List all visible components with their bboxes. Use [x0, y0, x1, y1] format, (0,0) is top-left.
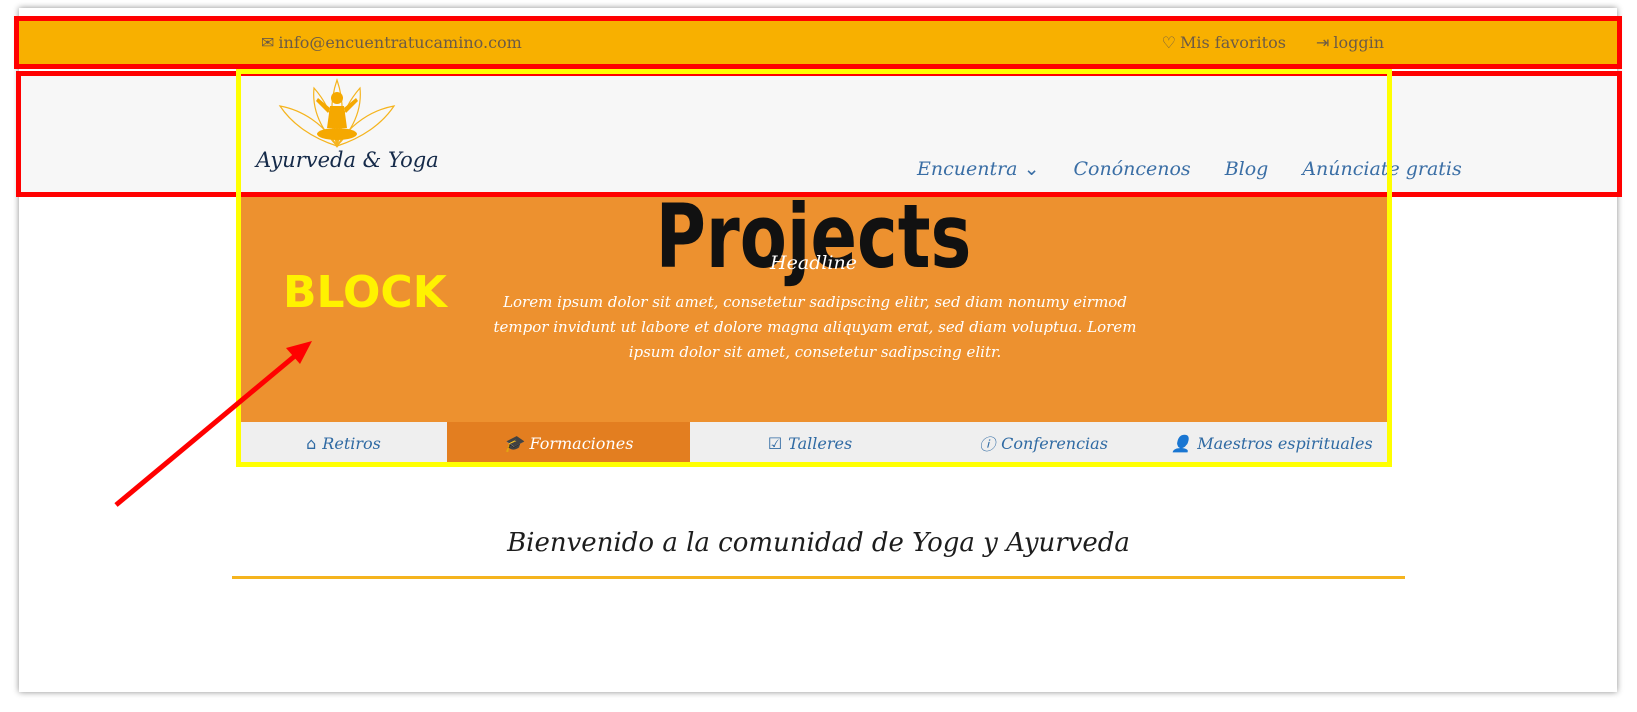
- annotation-arrow: [114, 341, 312, 507]
